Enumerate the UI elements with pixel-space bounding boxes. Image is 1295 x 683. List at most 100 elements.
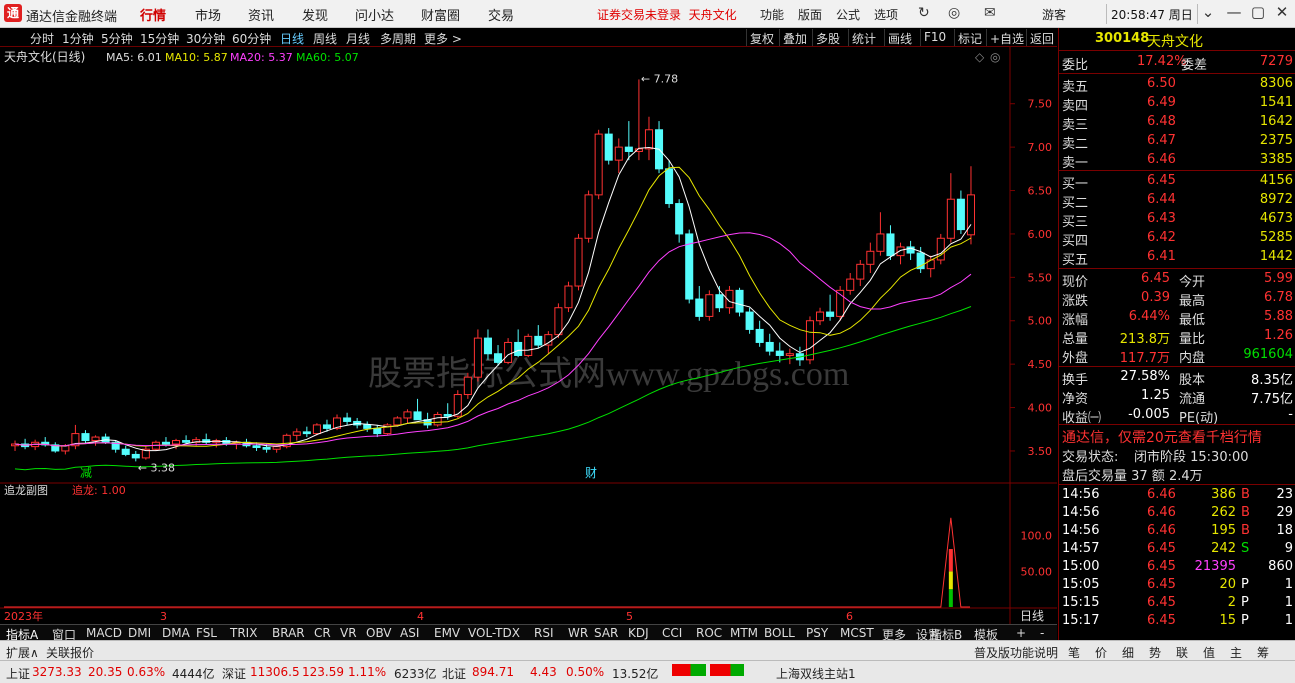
indicator-tab[interactable]: MCST: [840, 626, 874, 640]
tick-row[interactable]: 15:05 6.45 20 P 1: [1059, 576, 1295, 595]
diamond-icon[interactable]: ◇: [975, 50, 985, 64]
indicator-right-tab[interactable]: +: [1016, 626, 1026, 640]
period-timeshare[interactable]: 分时: [30, 30, 54, 47]
candle[interactable]: [534, 335, 543, 346]
indicator-tab[interactable]: MTM: [730, 626, 758, 640]
period-weekly[interactable]: 周线: [313, 30, 337, 47]
candle[interactable]: [775, 350, 784, 356]
menu-wealth[interactable]: 财富圈: [421, 5, 460, 24]
candle[interactable]: [876, 233, 885, 252]
candle[interactable]: [785, 353, 794, 356]
tick-row[interactable]: 14:56 6.46 195 B 18: [1059, 522, 1295, 541]
candle[interactable]: [826, 311, 835, 317]
candle[interactable]: [846, 278, 855, 291]
edition-info-link[interactable]: 普及版功能说明: [974, 644, 1058, 661]
candle[interactable]: [695, 298, 704, 317]
bid-row[interactable]: 买二 6.44 8972: [1059, 191, 1295, 211]
candle[interactable]: [403, 411, 412, 419]
menu-layout[interactable]: 版面: [798, 6, 822, 23]
candle[interactable]: [322, 424, 331, 429]
indicator-tab[interactable]: ROC: [696, 626, 722, 640]
indicator-tab[interactable]: VOL-TDX: [468, 626, 520, 640]
draw-line-button[interactable]: 画线: [884, 29, 915, 46]
bid-row[interactable]: 买四 6.42 5285: [1059, 229, 1295, 249]
indicator-tab[interactable]: DMI: [128, 626, 151, 640]
statistics-button[interactable]: 统计: [848, 29, 879, 46]
period-daily[interactable]: 日线: [280, 30, 304, 47]
overlay-button[interactable]: 叠加: [779, 29, 810, 46]
candle[interactable]: [262, 446, 271, 450]
menu-formula[interactable]: 公式: [836, 6, 860, 23]
candle[interactable]: [443, 413, 452, 417]
candle[interactable]: [614, 146, 623, 161]
candle[interactable]: [161, 441, 170, 445]
menu-arrow-icon[interactable]: ⌄: [1198, 3, 1218, 21]
indicator-tab[interactable]: FSL: [196, 626, 217, 640]
detail-tab[interactable]: 值: [1203, 644, 1215, 661]
guest-label[interactable]: 游客: [1042, 6, 1066, 23]
candle[interactable]: [182, 440, 191, 443]
detail-tab[interactable]: 筹: [1257, 644, 1269, 661]
indicator-tab[interactable]: CR: [314, 626, 331, 640]
candle[interactable]: [473, 337, 482, 378]
candle[interactable]: [856, 263, 865, 280]
candle[interactable]: [81, 433, 90, 442]
candle[interactable]: [554, 307, 563, 336]
indicator-tab[interactable]: TRIX: [230, 626, 257, 640]
period-15min[interactable]: 15分钟: [140, 30, 179, 47]
period-1min[interactable]: 1分钟: [62, 30, 94, 47]
ask-row[interactable]: 卖四 6.49 1541: [1059, 94, 1295, 114]
indicator-right-tab[interactable]: -: [1040, 626, 1044, 640]
expand-button[interactable]: 扩展∧: [6, 644, 39, 661]
candle[interactable]: [302, 431, 311, 435]
candle[interactable]: [373, 427, 382, 435]
candle[interactable]: [343, 417, 352, 422]
menu-options[interactable]: 选项: [874, 6, 898, 23]
period-monthly[interactable]: 月线: [346, 30, 370, 47]
candle[interactable]: [252, 445, 261, 448]
candle[interactable]: [896, 246, 905, 257]
candle[interactable]: [665, 168, 674, 205]
period-60min[interactable]: 60分钟: [232, 30, 271, 47]
menu-market[interactable]: 市场: [195, 5, 221, 24]
candle[interactable]: [675, 203, 684, 235]
menu-quotes[interactable]: 行情: [140, 5, 166, 24]
tick-row[interactable]: 15:00 6.45 21395 860: [1059, 558, 1295, 577]
server-name[interactable]: 上海双线主站1: [776, 665, 856, 682]
indicator-tab[interactable]: PSY: [806, 626, 828, 640]
tick-row[interactable]: 14:56 6.46 262 B 29: [1059, 504, 1295, 523]
indicator-tab[interactable]: BOLL: [764, 626, 795, 640]
candle[interactable]: [524, 335, 533, 356]
candle[interactable]: [363, 424, 372, 429]
candle[interactable]: [172, 440, 181, 445]
menu-ask[interactable]: 问小达: [355, 5, 394, 24]
candle[interactable]: [866, 250, 875, 265]
period-5min[interactable]: 5分钟: [101, 30, 133, 47]
ask-row[interactable]: 卖二 6.47 2375: [1059, 132, 1295, 152]
tick-row[interactable]: 14:56 6.46 386 B 23: [1059, 486, 1295, 505]
indicator-tab[interactable]: SAR: [594, 626, 618, 640]
bid-row[interactable]: 买五 6.41 1442: [1059, 248, 1295, 268]
candle[interactable]: [624, 146, 633, 152]
candle[interactable]: [483, 337, 492, 355]
detail-tab[interactable]: 势: [1149, 644, 1161, 661]
indicator-tab[interactable]: EMV: [434, 626, 460, 640]
ask-row[interactable]: 卖五 6.50 8306: [1059, 75, 1295, 95]
tick-row[interactable]: 15:17 6.45 15 P 1: [1059, 612, 1295, 631]
f10-button[interactable]: F10: [920, 29, 949, 46]
period-multi[interactable]: 多周期: [380, 30, 416, 47]
close-icon[interactable]: ✕: [1272, 3, 1292, 21]
candle[interactable]: [463, 376, 472, 396]
maximize-icon[interactable]: ▢: [1248, 3, 1268, 21]
candle[interactable]: [494, 353, 503, 363]
menu-news[interactable]: 资讯: [248, 5, 274, 24]
candle[interactable]: [946, 198, 955, 239]
menu-trade[interactable]: 交易: [488, 5, 514, 24]
detail-tab[interactable]: 笔: [1068, 644, 1080, 661]
detail-tab[interactable]: 细: [1122, 644, 1134, 661]
candle[interactable]: [956, 198, 965, 231]
candle[interactable]: [735, 289, 744, 313]
refresh-icon[interactable]: ↻: [918, 5, 930, 21]
candle[interactable]: [574, 237, 583, 287]
candle[interactable]: [594, 133, 603, 196]
